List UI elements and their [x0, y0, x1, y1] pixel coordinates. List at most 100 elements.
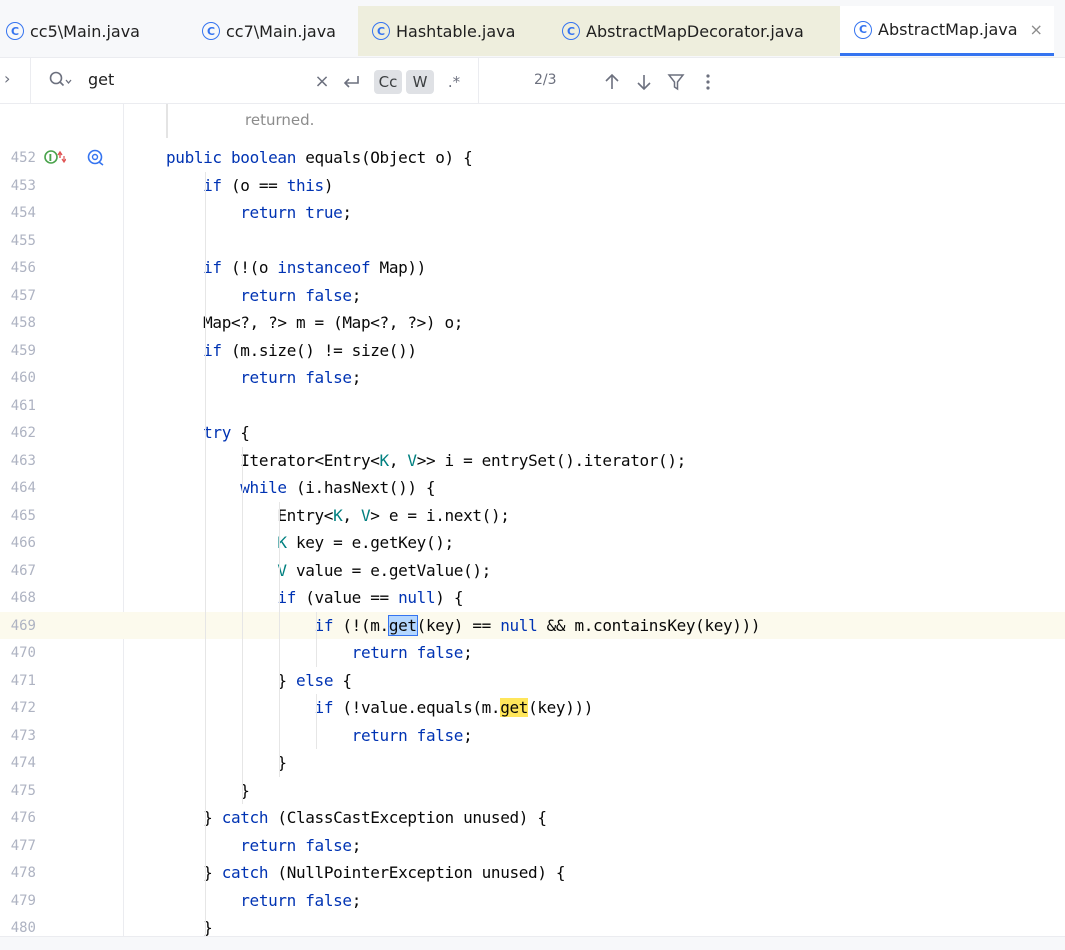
overrides-method-icon[interactable]: [86, 148, 106, 168]
code-line[interactable]: 465 Entry<K, V> e = i.next();: [0, 502, 1065, 530]
code-text: return false;: [240, 368, 361, 387]
previous-occurrence-icon[interactable]: [602, 70, 622, 94]
code-line[interactable]: 476 } catch (ClassCastException unused) …: [0, 804, 1065, 832]
line-number: 464: [10, 480, 36, 496]
code-text: if (m.size() != size()): [203, 340, 417, 360]
code-line[interactable]: 467 V value = e.getValue();: [0, 557, 1065, 585]
code-line[interactable]: 455: [0, 227, 1065, 255]
line-number: 457: [10, 287, 36, 304]
code-line[interactable]: 464 while (i.hasNext()) {: [0, 474, 1065, 502]
code-line[interactable]: 462 try {: [0, 419, 1065, 447]
tab-hashtable[interactable]: C Hashtable.java: [358, 6, 548, 56]
line-number: 473: [10, 727, 36, 744]
code-line[interactable]: 460 return false;: [0, 364, 1065, 392]
code-line[interactable]: 474 }: [0, 749, 1065, 777]
code-text: if (!value.equals(m.get(key))): [314, 698, 594, 717]
code-line[interactable]: 471 } else {: [0, 667, 1065, 695]
search-history-icon[interactable]: [48, 70, 72, 90]
line-number: 476: [10, 810, 36, 826]
tab-cc7-main[interactable]: C cc7\Main.java: [188, 6, 356, 56]
search-match: get: [387, 614, 418, 636]
code-text: Map<?, ?> m = (Map<?, ?>) o;: [166, 313, 464, 332]
tab-abstract-map[interactable]: C AbstractMap.java ×: [840, 6, 1054, 56]
code-line[interactable]: 456 if (!(o instanceof Map)): [0, 254, 1065, 282]
implements-method-icon[interactable]: I: [44, 147, 67, 171]
indent-guide: [316, 694, 317, 749]
code-line[interactable]: 468 if (value == null) {: [0, 584, 1065, 612]
code-line[interactable]: 463 Iterator<Entry<K, V>> i = entrySet()…: [0, 447, 1065, 475]
code-text: if (value == null) {: [277, 588, 464, 607]
divider: [30, 58, 31, 104]
code-line[interactable]: 473 return false;: [0, 722, 1065, 750]
close-tab-icon[interactable]: ×: [1030, 20, 1043, 39]
code-line[interactable]: 461: [0, 392, 1065, 420]
code-line[interactable]: 480 }: [0, 914, 1065, 936]
line-number: 469: [10, 617, 36, 634]
code-text: return false;: [240, 285, 361, 305]
match-counter: 2/3: [534, 72, 557, 88]
code-text: if (!(m.get(key) == null && m.containsKe…: [314, 614, 761, 636]
line-number: 465: [10, 507, 36, 524]
whole-words-button[interactable]: W: [406, 70, 434, 94]
code-text: return false;: [240, 890, 361, 910]
line-number: 472: [10, 700, 36, 716]
code-text: Entry<K, V> e = i.next();: [166, 505, 510, 525]
editor-tab-bar: C cc5\Main.java C cc7\Main.java C Hashta…: [0, 0, 1065, 58]
class-icon: C: [854, 20, 872, 39]
line-number: 466: [10, 535, 36, 551]
code-line[interactable]: 458 Map<?, ?> m = (Map<?, ?>) o;: [0, 309, 1065, 337]
code-text: }: [166, 753, 287, 772]
code-line[interactable]: 453 if (o == this): [0, 172, 1065, 200]
code-line[interactable]: 478 } catch (NullPointerException unused…: [0, 859, 1065, 887]
code-text: return false;: [351, 725, 473, 745]
code-line[interactable]: 477 return false;: [0, 832, 1065, 860]
code-line[interactable]: 472 if (!value.equals(m.get(key))): [0, 694, 1065, 722]
code-line[interactable]: 470 return false;: [0, 639, 1065, 667]
search-input[interactable]: get: [88, 70, 114, 89]
tab-label: cc7\Main.java: [226, 21, 336, 41]
line-number: 480: [10, 920, 36, 936]
regex-button[interactable]: .*: [440, 70, 468, 94]
search-match: get: [500, 698, 529, 717]
code-editor[interactable]: returned. 452 Ipublic boolean equals(Obje…: [0, 104, 1065, 936]
code-line[interactable]: 466 K key = e.getKey();: [0, 529, 1065, 557]
editor-bottom-edge: [0, 936, 1065, 950]
javadoc-bar: [166, 104, 168, 138]
match-case-button[interactable]: Cc: [374, 70, 402, 94]
code-line[interactable]: 454 return true;: [0, 199, 1065, 227]
class-icon: C: [562, 22, 580, 40]
code-line[interactable]: 452 Ipublic boolean equals(Object o) {: [0, 144, 1065, 172]
clear-search-icon[interactable]: ×: [312, 69, 332, 93]
next-occurrence-icon[interactable]: [634, 70, 654, 94]
code-line[interactable]: 479 return false;: [0, 887, 1065, 915]
line-number: 456: [10, 260, 36, 276]
code-text: if (o == this): [203, 175, 334, 195]
indent-guide: [242, 446, 243, 804]
line-number: 452: [10, 150, 36, 166]
code-line[interactable]: 469 if (!(m.get(key) == null && m.contai…: [0, 611, 1065, 639]
line-number: 455: [10, 232, 36, 249]
class-icon: C: [202, 22, 220, 40]
code-line[interactable]: 459 if (m.size() != size()): [0, 337, 1065, 365]
code-line[interactable]: 475 }: [0, 777, 1065, 805]
line-number: 461: [10, 397, 36, 414]
class-icon: C: [6, 22, 24, 40]
line-number: 462: [10, 425, 36, 441]
filter-icon[interactable]: [666, 70, 686, 94]
code-line[interactable]: 457 return false;: [0, 282, 1065, 310]
code-text: public boolean equals(Object o) {: [166, 148, 473, 167]
line-number: 474: [10, 755, 36, 771]
more-options-icon[interactable]: [700, 70, 716, 94]
tab-cc5-main[interactable]: C cc5\Main.java: [4, 6, 180, 56]
tab-label: Hashtable.java: [396, 21, 516, 41]
find-bar: › get × Cc W .* 2/3: [0, 58, 1065, 104]
line-number: 454: [10, 205, 36, 221]
tab-label: AbstractMap.java: [878, 20, 1018, 39]
tab-abstract-map-decorator[interactable]: C AbstractMapDecorator.java: [548, 6, 840, 56]
new-line-icon[interactable]: [340, 70, 362, 94]
code-text: Iterator<Entry<K, V>> i = entrySet().ite…: [166, 450, 686, 470]
line-number: 468: [10, 590, 36, 606]
tab-label: AbstractMapDecorator.java: [586, 21, 804, 41]
expand-replace-icon[interactable]: ›: [4, 69, 10, 88]
line-number: 470: [10, 645, 36, 661]
